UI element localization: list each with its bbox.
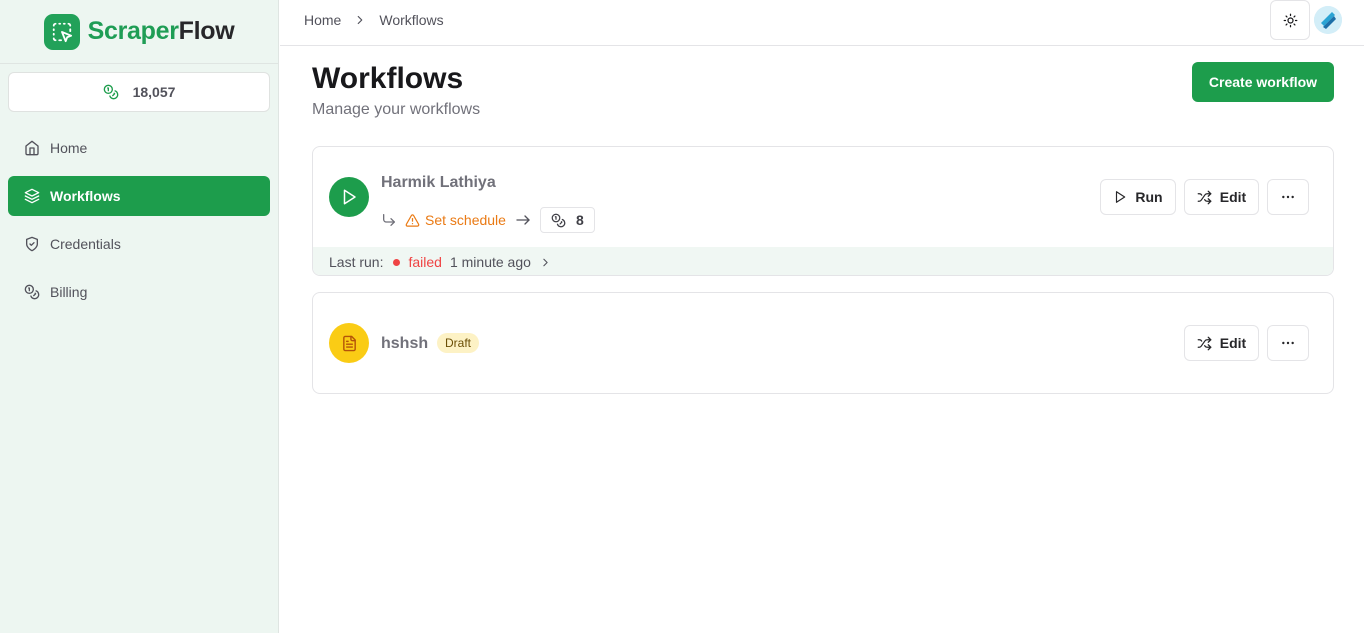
sidebar-item-label: Credentials bbox=[50, 236, 121, 252]
coins-icon bbox=[551, 213, 566, 227]
play-icon bbox=[329, 177, 369, 217]
shuffle-icon bbox=[1197, 336, 1212, 350]
edit-label: Edit bbox=[1219, 189, 1247, 205]
brand-name-part2: Flow bbox=[178, 17, 235, 45]
play-icon bbox=[1116, 191, 1126, 203]
file-icon bbox=[329, 323, 369, 363]
workflow-credits-value: 8 bbox=[575, 212, 584, 228]
last-run-label: Last run: bbox=[329, 254, 384, 270]
run-label: Run bbox=[1135, 189, 1163, 205]
workflow-name[interactable]: hshsh bbox=[381, 335, 428, 353]
arrow-right-icon bbox=[516, 215, 530, 225]
brand-name-part1: Scraper bbox=[87, 17, 179, 45]
last-run-status: failed bbox=[408, 254, 442, 270]
sidebar-item-billing[interactable]: Billing bbox=[8, 272, 270, 312]
chevron-right-icon bbox=[358, 15, 363, 25]
sidebar-item-label: Home bbox=[50, 140, 88, 156]
coins-icon bbox=[103, 84, 118, 100]
edit-button[interactable]: Edit bbox=[1184, 179, 1259, 215]
breadcrumb: Home Workflows bbox=[304, 12, 444, 28]
shield-icon bbox=[26, 236, 38, 252]
workflow-card: Harmik Lathiya Set schedule 8 Run Edit L… bbox=[312, 146, 1334, 276]
page-subtitle: Manage your workflows bbox=[312, 101, 481, 118]
set-schedule-button[interactable]: Set schedule bbox=[405, 212, 506, 228]
last-run-time: 1 minute ago bbox=[449, 254, 531, 270]
sidebar-item-label: Billing bbox=[50, 284, 88, 300]
sun-icon bbox=[1283, 13, 1297, 27]
page-title: Workflows bbox=[312, 62, 464, 95]
status-dot bbox=[393, 258, 401, 266]
last-run-bar[interactable]: Last run: failed 1 minute ago bbox=[313, 247, 1333, 275]
chevron-right-icon bbox=[543, 258, 548, 266]
run-button[interactable]: Run bbox=[1100, 179, 1176, 215]
sidebar-item-label: Workflows bbox=[50, 188, 121, 204]
workflow-card: hshsh Draft Edit bbox=[312, 292, 1334, 394]
draft-badge: Draft bbox=[437, 333, 480, 353]
sidebar-item-credentials[interactable]: Credentials bbox=[8, 224, 270, 264]
corner-down-right-icon bbox=[383, 214, 395, 226]
schedule-row: Set schedule 8 bbox=[381, 207, 595, 233]
theme-toggle-button[interactable] bbox=[1270, 0, 1310, 40]
more-horizontal-icon bbox=[1282, 195, 1294, 199]
more-options-button[interactable] bbox=[1267, 325, 1309, 361]
credits-display[interactable]: 18,057 bbox=[8, 72, 270, 112]
workflow-name[interactable]: Harmik Lathiya bbox=[381, 174, 496, 192]
more-horizontal-icon bbox=[1282, 341, 1294, 345]
sidebar-item-workflows[interactable]: Workflows bbox=[8, 176, 270, 216]
coins-icon bbox=[24, 284, 40, 300]
credits-value: 18,057 bbox=[132, 84, 176, 100]
breadcrumb-current[interactable]: Workflows bbox=[379, 12, 443, 28]
top-bar: Home Workflows bbox=[280, 0, 1364, 46]
brand-name: ScraperFlow bbox=[88, 17, 235, 46]
create-workflow-button[interactable]: Create workflow bbox=[1192, 62, 1334, 102]
sidebar: ScraperFlow 18,057 Home Workflows Creden… bbox=[0, 0, 279, 633]
sidebar-nav: Home Workflows Credentials Billing bbox=[8, 128, 270, 320]
more-options-button[interactable] bbox=[1267, 179, 1309, 215]
home-icon bbox=[25, 140, 39, 156]
shuffle-icon bbox=[1197, 190, 1212, 204]
logo-icon bbox=[43, 13, 80, 50]
warning-icon bbox=[405, 213, 420, 227]
layers-icon bbox=[24, 188, 40, 204]
edit-label: Edit bbox=[1219, 335, 1247, 351]
workflow-credits-badge: 8 bbox=[539, 207, 595, 233]
set-schedule-label: Set schedule bbox=[425, 212, 506, 228]
edit-button[interactable]: Edit bbox=[1184, 325, 1259, 361]
brand[interactable]: ScraperFlow bbox=[0, 0, 278, 64]
breadcrumb-home[interactable]: Home bbox=[304, 12, 341, 28]
sidebar-item-home[interactable]: Home bbox=[8, 128, 270, 168]
avatar[interactable] bbox=[1314, 6, 1342, 34]
